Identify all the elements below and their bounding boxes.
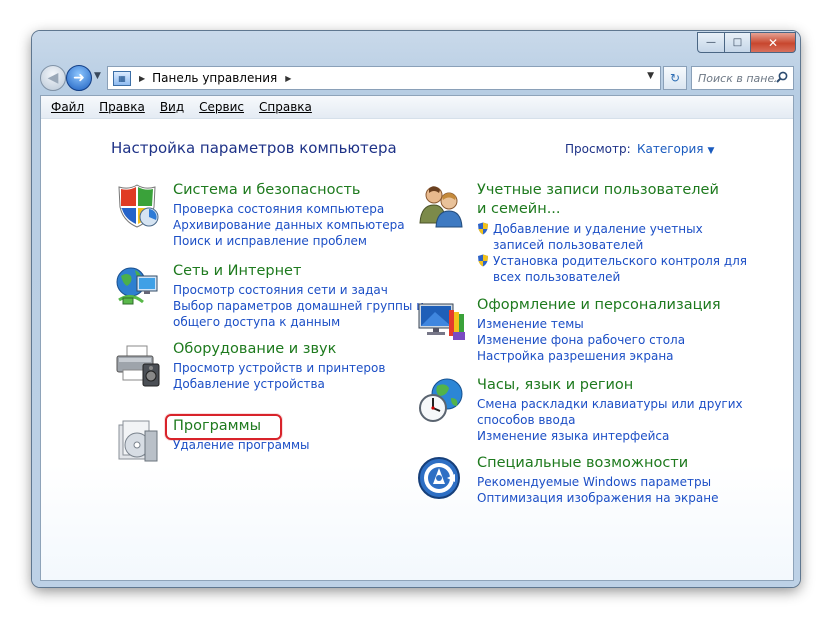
- address-bar[interactable]: ▦ ▶ Панель управления ▶ ▼: [107, 66, 661, 90]
- task-link[interactable]: Изменение языка интерфейса: [477, 428, 743, 444]
- clock-globe-icon[interactable]: [417, 376, 465, 424]
- category-links: Добавление и удаление учетных записей по…: [477, 221, 747, 285]
- task-link[interactable]: Выбор параметров домашней группы и: [173, 298, 424, 314]
- task-link[interactable]: Настройка разрешения экрана: [477, 348, 685, 364]
- forward-button[interactable]: ➜: [66, 65, 92, 91]
- view-label: Просмотр:: [565, 142, 631, 156]
- close-button[interactable]: ✕: [751, 32, 796, 53]
- users-icon[interactable]: [417, 181, 465, 229]
- menu-view[interactable]: Вид: [160, 100, 184, 114]
- window-controls: — □ ✕: [697, 32, 796, 53]
- category-title[interactable]: Система и безопасность: [173, 181, 360, 200]
- category-title[interactable]: Специальные возможности: [477, 454, 688, 473]
- programs-highlight-annotation: [165, 414, 282, 440]
- search-box[interactable]: Поиск в панели управления: [691, 66, 794, 90]
- menu-file[interactable]: Файл: [51, 100, 84, 114]
- task-link[interactable]: Проверка состояния компьютера: [173, 201, 405, 217]
- category-title[interactable]: Учетные записи пользователей и семейн...: [477, 181, 719, 219]
- category-links: Смена раскладки клавиатуры или других сп…: [477, 396, 743, 444]
- task-link[interactable]: Поиск и исправление проблем: [173, 233, 405, 249]
- uac-shield-icon: [478, 222, 488, 235]
- view-mode-dropdown[interactable]: Категория ▼: [637, 142, 714, 156]
- address-dropdown-icon[interactable]: ▼: [647, 71, 654, 81]
- navigation-bar: ◀ ➜ ▼ ▦ ▶ Панель управления ▶ ▼ ↻ Поиск …: [40, 65, 794, 91]
- control-panel-icon: ▦: [113, 70, 131, 86]
- dropdown-arrow-icon: ▼: [707, 146, 715, 156]
- task-link[interactable]: Оптимизация изображения на экране: [477, 490, 718, 506]
- client-area: Файл Правка Вид Сервис Справка Настройка…: [40, 95, 794, 581]
- network-icon[interactable]: [113, 262, 161, 310]
- task-link: способов ввода: [477, 413, 576, 427]
- category-links: Проверка состояния компьютера Архивирова…: [173, 201, 405, 249]
- task-link-admin[interactable]: Добавление и удаление учетных записей по…: [477, 221, 747, 253]
- search-icon[interactable]: [776, 71, 788, 86]
- category-title-line: и семейн...: [477, 201, 561, 217]
- back-button[interactable]: ◀: [40, 65, 66, 91]
- explorer-window: — □ ✕ ◀ ➜ ▼ ▦ ▶ Панель управления ▶ ▼ ↻ …: [32, 31, 800, 587]
- page-title: Настройка параметров компьютера: [111, 139, 397, 157]
- view-mode-value: Категория: [637, 142, 704, 156]
- task-link[interactable]: Архивирование данных компьютера: [173, 217, 405, 233]
- category-title[interactable]: Часы, язык и регион: [477, 376, 633, 395]
- task-link[interactable]: Изменение фона рабочего стола: [477, 332, 685, 348]
- menu-edit[interactable]: Правка: [99, 100, 145, 114]
- category-links: Изменение темы Изменение фона рабочего с…: [477, 316, 685, 364]
- task-link[interactable]: Просмотр состояния сети и задач: [173, 282, 424, 298]
- category-links: Просмотр состояния сети и задач Выбор па…: [173, 282, 424, 330]
- menu-tools[interactable]: Сервис: [199, 100, 244, 114]
- category-links: Просмотр устройств и принтеров Добавлени…: [173, 360, 385, 392]
- category-links: Рекомендуемые Windows параметры Оптимиза…: [477, 474, 718, 506]
- programs-icon[interactable]: [113, 417, 161, 465]
- task-link-text: Установка родительского контроля для: [493, 254, 748, 268]
- maximize-button[interactable]: □: [725, 32, 751, 53]
- menu-help[interactable]: Справка: [259, 100, 312, 114]
- task-link[interactable]: Просмотр устройств и принтеров: [173, 360, 385, 376]
- task-link[interactable]: общего доступа к данным: [173, 314, 424, 330]
- shield-icon[interactable]: [113, 181, 161, 229]
- task-link-text: записей пользователей: [493, 238, 644, 252]
- breadcrumb-separator-icon[interactable]: ▶: [139, 74, 145, 83]
- minimize-button[interactable]: —: [697, 32, 725, 53]
- search-input[interactable]: Поиск в панели управления: [698, 72, 776, 85]
- category-title[interactable]: Сеть и Интернет: [173, 262, 301, 281]
- breadcrumb-control-panel[interactable]: Панель управления: [152, 71, 277, 85]
- refresh-button[interactable]: ↻: [663, 66, 687, 90]
- category-title[interactable]: Оборудование и звук: [173, 340, 336, 359]
- control-panel-content: Настройка параметров компьютера Просмотр…: [41, 119, 793, 580]
- task-link-admin[interactable]: Установка родительского контроля для все…: [477, 253, 747, 285]
- accessibility-icon[interactable]: [417, 454, 465, 502]
- printer-icon[interactable]: [113, 340, 161, 388]
- breadcrumb-separator-icon[interactable]: ▶: [285, 74, 291, 83]
- category-title[interactable]: Оформление и персонализация: [477, 296, 721, 315]
- category-title-line: Учетные записи пользователей: [477, 182, 719, 198]
- recent-pages-dropdown[interactable]: ▼: [94, 71, 101, 81]
- task-link[interactable]: Смена раскладки клавиатуры или других: [477, 396, 743, 412]
- task-link[interactable]: Рекомендуемые Windows параметры: [477, 474, 718, 490]
- menu-bar: Файл Правка Вид Сервис Справка: [41, 96, 793, 119]
- task-link-text: Добавление и удаление учетных: [493, 222, 703, 236]
- task-link-text: всех пользователей: [493, 270, 621, 284]
- appearance-icon[interactable]: [417, 296, 465, 344]
- uac-shield-icon: [478, 254, 488, 267]
- task-link[interactable]: Добавление устройства: [173, 376, 385, 392]
- task-link[interactable]: Изменение темы: [477, 316, 685, 332]
